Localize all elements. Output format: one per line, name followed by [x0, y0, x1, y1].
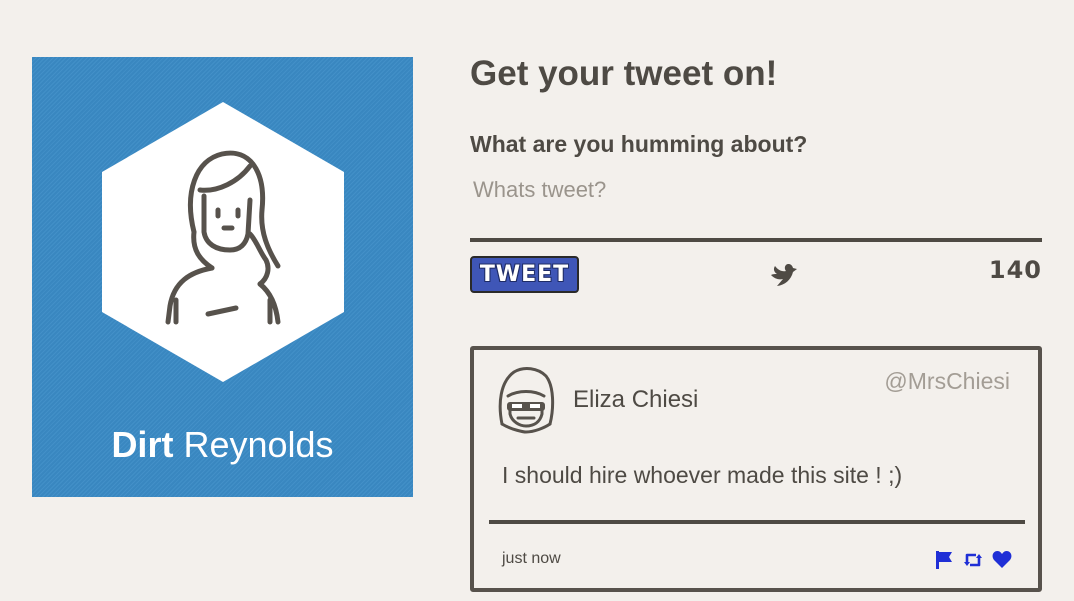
compose-title: Get your tweet on!: [470, 54, 778, 93]
profile-last-name: Reynolds: [183, 424, 334, 465]
tweet-card: Eliza Chiesi @MrsChiesi I should hire wh…: [470, 346, 1042, 592]
profile-first-name: Dirt: [111, 424, 174, 465]
compose-question: What are you humming about?: [470, 131, 808, 157]
tweet-actions: [934, 550, 1012, 570]
heart-icon[interactable]: [992, 550, 1012, 570]
character-counter: 140: [988, 256, 1042, 284]
tweet-button[interactable]: TWEET: [470, 256, 579, 293]
author-avatar-illustration: [498, 367, 555, 434]
tweet-text: I should hire whoever made this site ! ;…: [502, 462, 903, 488]
profile-card: Dirt Reynolds: [32, 57, 413, 497]
profile-name: Dirt Reynolds: [32, 423, 413, 467]
tweet-author-handle[interactable]: @MrsChiesi: [884, 368, 1010, 395]
compose-divider: [470, 238, 1042, 242]
tweet-divider: [489, 520, 1025, 524]
bird-icon: [771, 264, 797, 286]
tweet-input[interactable]: [470, 172, 1042, 208]
profile-avatar: [100, 100, 346, 384]
flag-icon[interactable]: [934, 550, 954, 570]
tweet-timestamp: just now: [502, 550, 561, 567]
retweet-icon[interactable]: [963, 550, 983, 570]
tweet-author-name: Eliza Chiesi: [573, 386, 699, 413]
page: Dirt Reynolds Get your tweet on! What ar…: [0, 0, 1074, 601]
tweet-author-avatar: [494, 364, 558, 438]
profile-avatar-illustration: [102, 102, 344, 382]
